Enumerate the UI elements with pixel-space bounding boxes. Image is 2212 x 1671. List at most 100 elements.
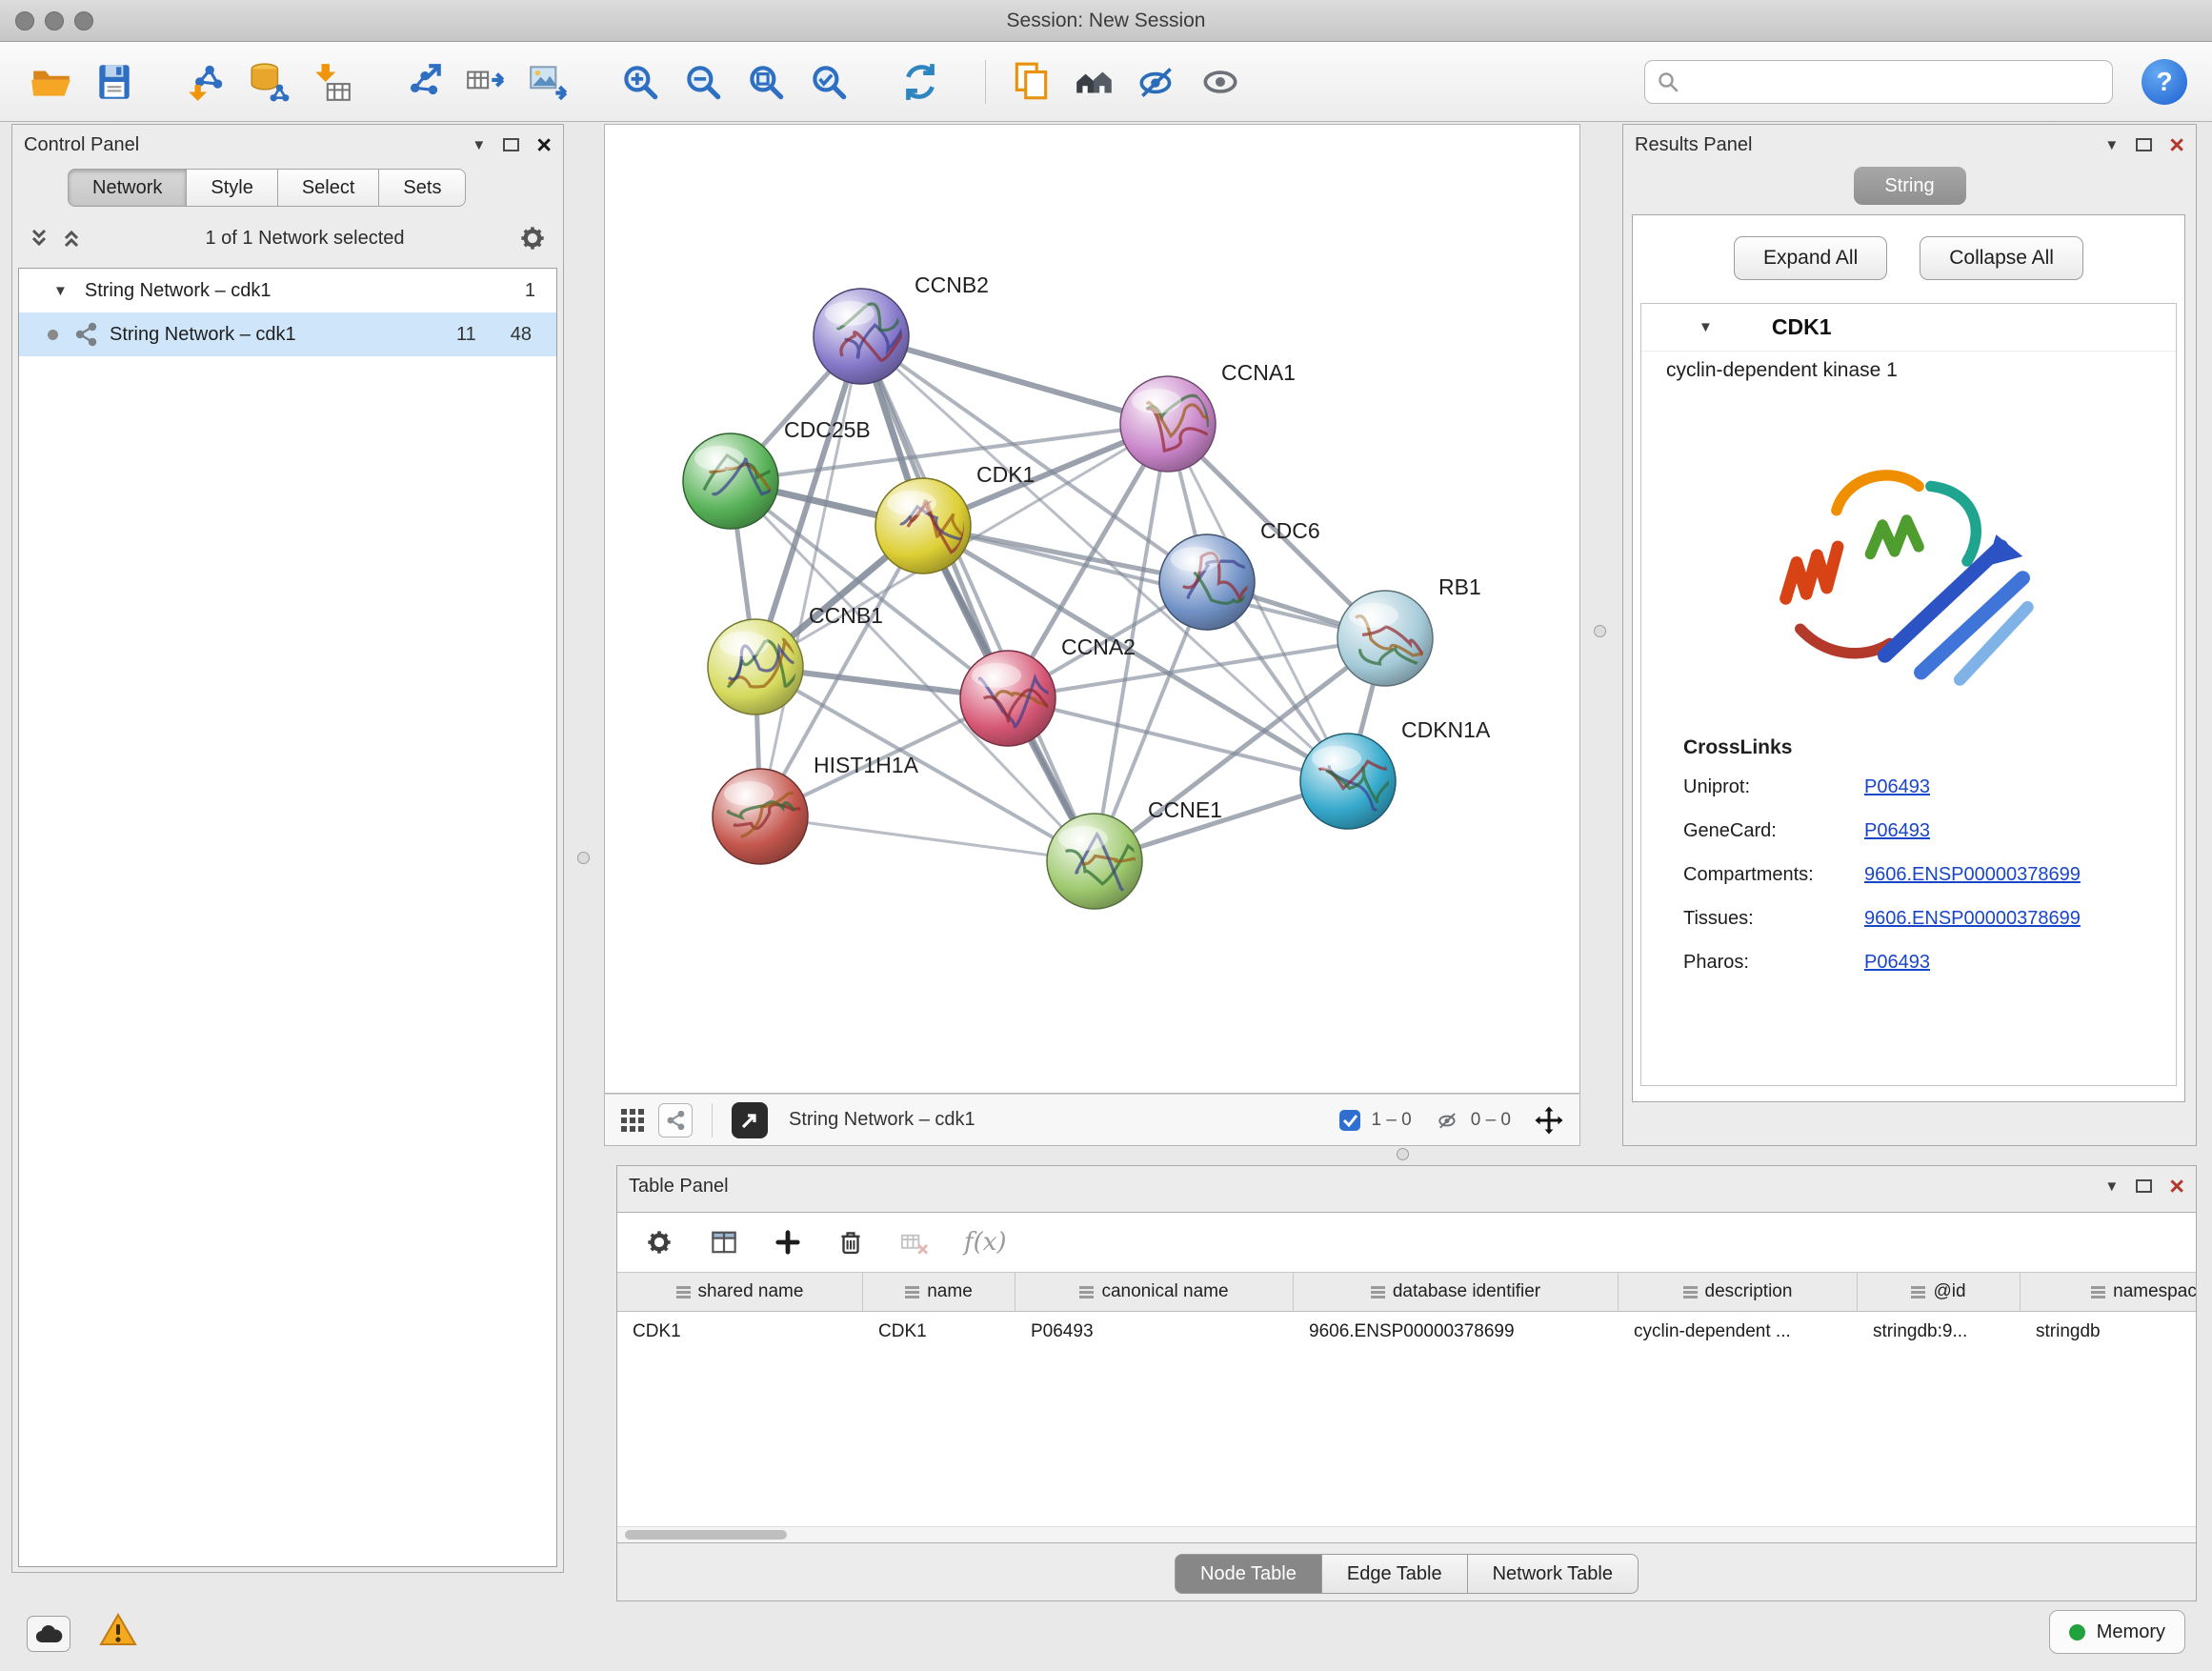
crosslink-link[interactable]: P06493 <box>1864 952 1930 974</box>
show-columns-icon[interactable] <box>709 1227 739 1258</box>
hidden-eye-icon[interactable] <box>1435 1109 1461 1132</box>
zoom-fit-button[interactable] <box>739 55 793 109</box>
save-session-button[interactable] <box>88 55 141 109</box>
eye-slash-icon <box>1136 60 1179 104</box>
crosslink-link[interactable]: P06493 <box>1864 820 1930 842</box>
node-label-cdc25b: CDC25B <box>784 417 871 442</box>
network-graph[interactable]: CCNB2CCNA1CDC25BCDK1CDC6RB1CCNB1CCNA2CDK… <box>605 125 1579 1093</box>
pan-crosshair-icon[interactable] <box>1534 1105 1564 1136</box>
window-title: Session: New Session <box>0 0 2212 41</box>
section-collapse-icon[interactable]: ▼ <box>1699 319 1713 335</box>
close-panel-button[interactable]: × <box>536 132 552 158</box>
collapse-all-icon[interactable] <box>28 227 50 250</box>
function-builder-button[interactable]: f(x) <box>964 1228 1007 1257</box>
import-network-file-button[interactable] <box>179 55 232 109</box>
open-in-window-button[interactable] <box>732 1102 768 1138</box>
expand-all-icon[interactable] <box>60 227 83 250</box>
search-box[interactable] <box>1644 60 2113 104</box>
zoom-selected-button[interactable] <box>802 55 855 109</box>
float-panel-button[interactable] <box>2136 1179 2152 1193</box>
scrollbar-thumb[interactable] <box>625 1530 787 1540</box>
collapse-panel-icon[interactable]: ▼ <box>2104 1178 2119 1195</box>
column-header-name[interactable]: name <box>863 1273 1016 1311</box>
protein-section-header[interactable]: ▼ CDK1 <box>1641 304 2176 352</box>
zoom-out-button[interactable] <box>676 55 730 109</box>
network-node-cdc25b[interactable]: CDC25B <box>683 417 871 529</box>
horizontal-splitter-handle[interactable] <box>1397 1148 1409 1160</box>
delete-trash-icon[interactable] <box>836 1228 865 1257</box>
float-panel-button[interactable] <box>503 138 519 151</box>
network-row-selected[interactable]: String Network – cdk1 11 48 <box>19 312 556 356</box>
copy-button[interactable] <box>1005 55 1058 109</box>
column-header-shared-name[interactable]: shared name <box>617 1273 863 1311</box>
column-header--id[interactable]: @id <box>1858 1273 2021 1311</box>
edge-ccnb2-ccne1[interactable] <box>861 336 1095 861</box>
network-icon <box>73 322 98 347</box>
network-node-rb1[interactable]: RB1 <box>1337 574 1481 686</box>
collapse-panel-icon[interactable]: ▼ <box>472 137 486 153</box>
expand-all-button[interactable]: Expand All <box>1734 236 1887 280</box>
import-table-button[interactable] <box>305 55 358 109</box>
tab-select[interactable]: Select <box>278 169 380 207</box>
tab-network-table[interactable]: Network Table <box>1468 1554 1639 1594</box>
network-node-hist1h1a[interactable]: HIST1H1A <box>713 753 919 864</box>
tab-sets[interactable]: Sets <box>379 169 466 207</box>
collapse-panel-icon[interactable]: ▼ <box>2104 137 2119 153</box>
edge-ccne1-hist1h1a[interactable] <box>760 816 1095 861</box>
tab-edge-table[interactable]: Edge Table <box>1322 1554 1468 1594</box>
home-button[interactable] <box>1068 55 1121 109</box>
close-panel-button[interactable]: × <box>2169 132 2184 158</box>
help-button[interactable]: ? <box>2142 59 2187 105</box>
table-settings-gear-icon[interactable] <box>644 1227 674 1258</box>
tree-expand-icon[interactable]: ▼ <box>53 283 68 299</box>
tab-style[interactable]: Style <box>187 169 277 207</box>
network-thumbnail-button[interactable] <box>658 1103 693 1137</box>
table-cell: stringdb:9... <box>1858 1312 2021 1352</box>
search-input[interactable] <box>1687 70 2101 92</box>
float-panel-button[interactable] <box>2136 138 2152 151</box>
open-session-button[interactable] <box>25 55 78 109</box>
crosslink-link[interactable]: 9606.ENSP00000378699 <box>1864 908 2081 930</box>
add-column-icon[interactable] <box>774 1228 802 1257</box>
network-view-panel: CCNB2CCNA1CDC25BCDK1CDC6RB1CCNB1CCNA2CDK… <box>604 124 1580 1146</box>
left-splitter-handle[interactable] <box>577 852 590 864</box>
column-header-canonical-name[interactable]: canonical name <box>1016 1273 1294 1311</box>
tab-string[interactable]: String <box>1854 167 1966 205</box>
warnings-button[interactable] <box>99 1613 137 1652</box>
node-label-ccnb1: CCNB1 <box>809 603 883 628</box>
collapse-all-button[interactable]: Collapse All <box>1920 236 2083 280</box>
import-network-database-button[interactable] <box>242 55 295 109</box>
control-panel: Control Panel ▼ × NetworkStyleSelectSets… <box>11 124 564 1573</box>
gear-icon[interactable] <box>517 223 548 253</box>
column-header-database-identifier[interactable]: database identifier <box>1294 1273 1619 1311</box>
network-collection-row[interactable]: ▼ String Network – cdk1 1 <box>19 269 556 312</box>
tab-node-table[interactable]: Node Table <box>1175 1554 1322 1594</box>
crosslink-link[interactable]: 9606.ENSP00000378699 <box>1864 864 2081 886</box>
results-panel-title: Results Panel <box>1635 134 1752 156</box>
network-node-cdc6[interactable]: CDC6 <box>1159 518 1320 630</box>
cloud-status-button[interactable] <box>27 1616 70 1652</box>
network-node-ccnb1[interactable]: CCNB1 <box>708 603 883 715</box>
horizontal-scrollbar[interactable] <box>617 1526 2196 1542</box>
table-row[interactable]: CDK1CDK1P064939606.ENSP00000378699cyclin… <box>617 1312 2196 1352</box>
column-header-description[interactable]: description <box>1619 1273 1858 1311</box>
export-image-button[interactable] <box>522 55 575 109</box>
column-header-namespac[interactable]: namespac <box>2021 1273 2196 1311</box>
right-splitter-handle[interactable] <box>1594 625 1606 637</box>
zoom-in-button[interactable] <box>613 55 667 109</box>
network-node-cdkn1a[interactable]: CDKN1A <box>1300 717 1491 829</box>
edge-ccnb2-hist1h1a[interactable] <box>760 336 861 816</box>
selected-checkbox-icon[interactable] <box>1338 1109 1361 1132</box>
close-panel-button[interactable]: × <box>2169 1174 2184 1199</box>
show-all-button[interactable] <box>1194 55 1247 109</box>
crosslink-link[interactable]: P06493 <box>1864 776 1930 798</box>
hide-unselected-button[interactable] <box>1131 55 1184 109</box>
export-network-button[interactable] <box>396 55 450 109</box>
refresh-button[interactable] <box>894 55 947 109</box>
network-node-ccna1[interactable]: CCNA1 <box>1120 360 1296 472</box>
export-table-button[interactable] <box>459 55 513 109</box>
grid-view-icon[interactable] <box>620 1108 645 1133</box>
memory-button[interactable]: Memory <box>2049 1610 2185 1654</box>
tab-network[interactable]: Network <box>68 169 187 207</box>
network-canvas[interactable]: CCNB2CCNA1CDC25BCDK1CDC6RB1CCNB1CCNA2CDK… <box>604 124 1580 1094</box>
